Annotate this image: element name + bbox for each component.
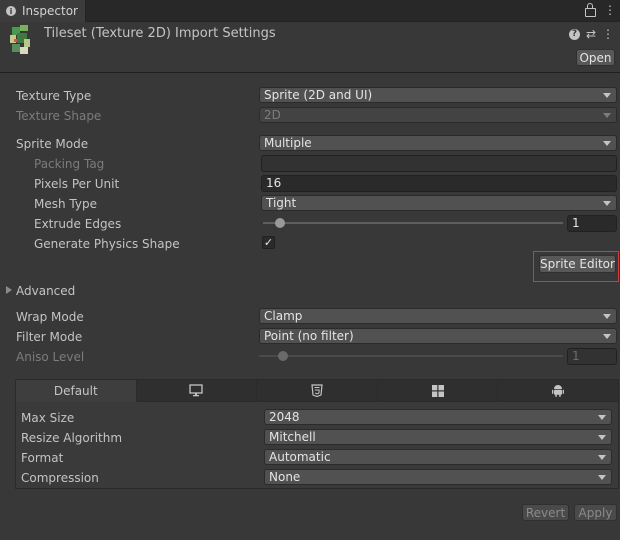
- max-size-label: Max Size: [21, 411, 75, 425]
- chevron-down-icon: [598, 415, 606, 420]
- filter-mode-dropdown[interactable]: Point (no filter): [259, 328, 617, 344]
- platform-tabs: Default: [16, 380, 618, 402]
- chevron-down-icon: [603, 334, 611, 339]
- platform-tab-windows[interactable]: [377, 380, 499, 402]
- max-size-dropdown[interactable]: 2048: [264, 409, 612, 425]
- aniso-level-slider-track: [259, 355, 563, 357]
- wrap-mode-dropdown[interactable]: Clamp: [259, 308, 617, 324]
- sprite-mode-dropdown[interactable]: Multiple: [259, 135, 617, 151]
- texture-shape-dropdown: 2D: [259, 107, 617, 123]
- header-divider: [0, 72, 620, 73]
- advanced-foldout[interactable]: Advanced: [16, 284, 75, 298]
- packing-tag-field: [261, 155, 617, 172]
- resize-algorithm-dropdown[interactable]: Mitchell: [264, 429, 612, 445]
- chevron-down-icon: [598, 455, 606, 460]
- compression-value: None: [269, 470, 301, 484]
- texture-type-value: Sprite (2D and UI): [264, 88, 373, 102]
- texture-shape-label: Texture Shape: [16, 109, 102, 123]
- platform-tab-standalone[interactable]: [136, 380, 258, 402]
- texture-type-label: Texture Type: [16, 89, 92, 103]
- help-icon[interactable]: ?: [568, 28, 580, 40]
- texture-shape-value: 2D: [264, 108, 281, 122]
- aniso-level-slider-handle: [278, 351, 289, 361]
- platform-tab-android[interactable]: [498, 380, 618, 402]
- chevron-down-icon: [603, 113, 611, 118]
- platform-tab-webgl[interactable]: [257, 380, 378, 402]
- android-icon: [552, 385, 565, 397]
- compression-label: Compression: [21, 471, 99, 485]
- generate-physics-shape-checkbox[interactable]: ✓: [262, 236, 275, 249]
- tab-inspector[interactable]: i Inspector: [0, 0, 86, 22]
- chevron-down-icon: [598, 475, 606, 480]
- mesh-type-dropdown[interactable]: Tight: [261, 195, 617, 211]
- info-icon: i: [6, 6, 16, 16]
- extrude-edges-slider-track[interactable]: [263, 222, 563, 224]
- revert-button[interactable]: Revert: [522, 504, 569, 521]
- generate-physics-shape-label: Generate Physics Shape: [34, 237, 180, 251]
- extrude-edges-slider-handle[interactable]: [275, 218, 285, 228]
- format-dropdown[interactable]: Automatic: [264, 449, 612, 465]
- extrude-edges-field[interactable]: 1: [567, 215, 617, 232]
- mesh-type-label: Mesh Type: [34, 197, 97, 211]
- tab-inspector-label: Inspector: [22, 4, 78, 18]
- lock-icon[interactable]: [585, 3, 596, 17]
- chevron-down-icon: [603, 201, 611, 206]
- aniso-level-field: 1: [567, 348, 617, 365]
- max-size-value: 2048: [269, 410, 300, 424]
- presets-icon[interactable]: ⇄: [586, 27, 596, 41]
- filter-mode-label: Filter Mode: [16, 330, 83, 344]
- pixels-per-unit-label: Pixels Per Unit: [34, 177, 120, 191]
- resize-algorithm-value: Mitchell: [269, 430, 316, 444]
- packing-tag-label: Packing Tag: [34, 157, 105, 171]
- filter-mode-value: Point (no filter): [264, 329, 354, 343]
- resize-algorithm-label: Resize Algorithm: [21, 431, 123, 445]
- monitor-icon: [189, 384, 204, 397]
- windows-icon: [431, 384, 444, 397]
- wrap-mode-label: Wrap Mode: [16, 310, 84, 324]
- platform-tab-default[interactable]: Default: [16, 380, 137, 402]
- tab-bar: i Inspector ⋮: [0, 0, 620, 22]
- compression-dropdown[interactable]: None: [264, 469, 612, 485]
- format-value: Automatic: [269, 450, 331, 464]
- foldout-arrow-icon[interactable]: [6, 286, 12, 294]
- texture-thumbnail: [10, 25, 32, 55]
- chevron-down-icon: [603, 314, 611, 319]
- wrap-mode-value: Clamp: [264, 309, 303, 323]
- chevron-down-icon: [603, 141, 611, 146]
- html5-icon: [311, 384, 323, 397]
- context-menu-icon[interactable]: ⋮: [602, 27, 614, 41]
- more-options-icon[interactable]: ⋮: [604, 3, 616, 17]
- header-title: Tileset (Texture 2D) Import Settings: [44, 26, 276, 41]
- pixels-per-unit-field[interactable]: 16: [261, 175, 617, 192]
- sprite-mode-value: Multiple: [264, 136, 312, 150]
- apply-button[interactable]: Apply: [574, 504, 617, 521]
- chevron-down-icon: [598, 435, 606, 440]
- open-button[interactable]: Open: [576, 49, 615, 66]
- format-label: Format: [21, 451, 64, 465]
- sprite-mode-label: Sprite Mode: [16, 137, 89, 151]
- texture-type-dropdown[interactable]: Sprite (2D and UI): [259, 87, 617, 103]
- aniso-level-label: Aniso Level: [16, 350, 85, 364]
- mesh-type-value: Tight: [266, 196, 297, 210]
- sprite-editor-button[interactable]: Sprite Editor: [539, 255, 616, 273]
- chevron-down-icon: [603, 93, 611, 98]
- extrude-edges-label: Extrude Edges: [34, 217, 122, 231]
